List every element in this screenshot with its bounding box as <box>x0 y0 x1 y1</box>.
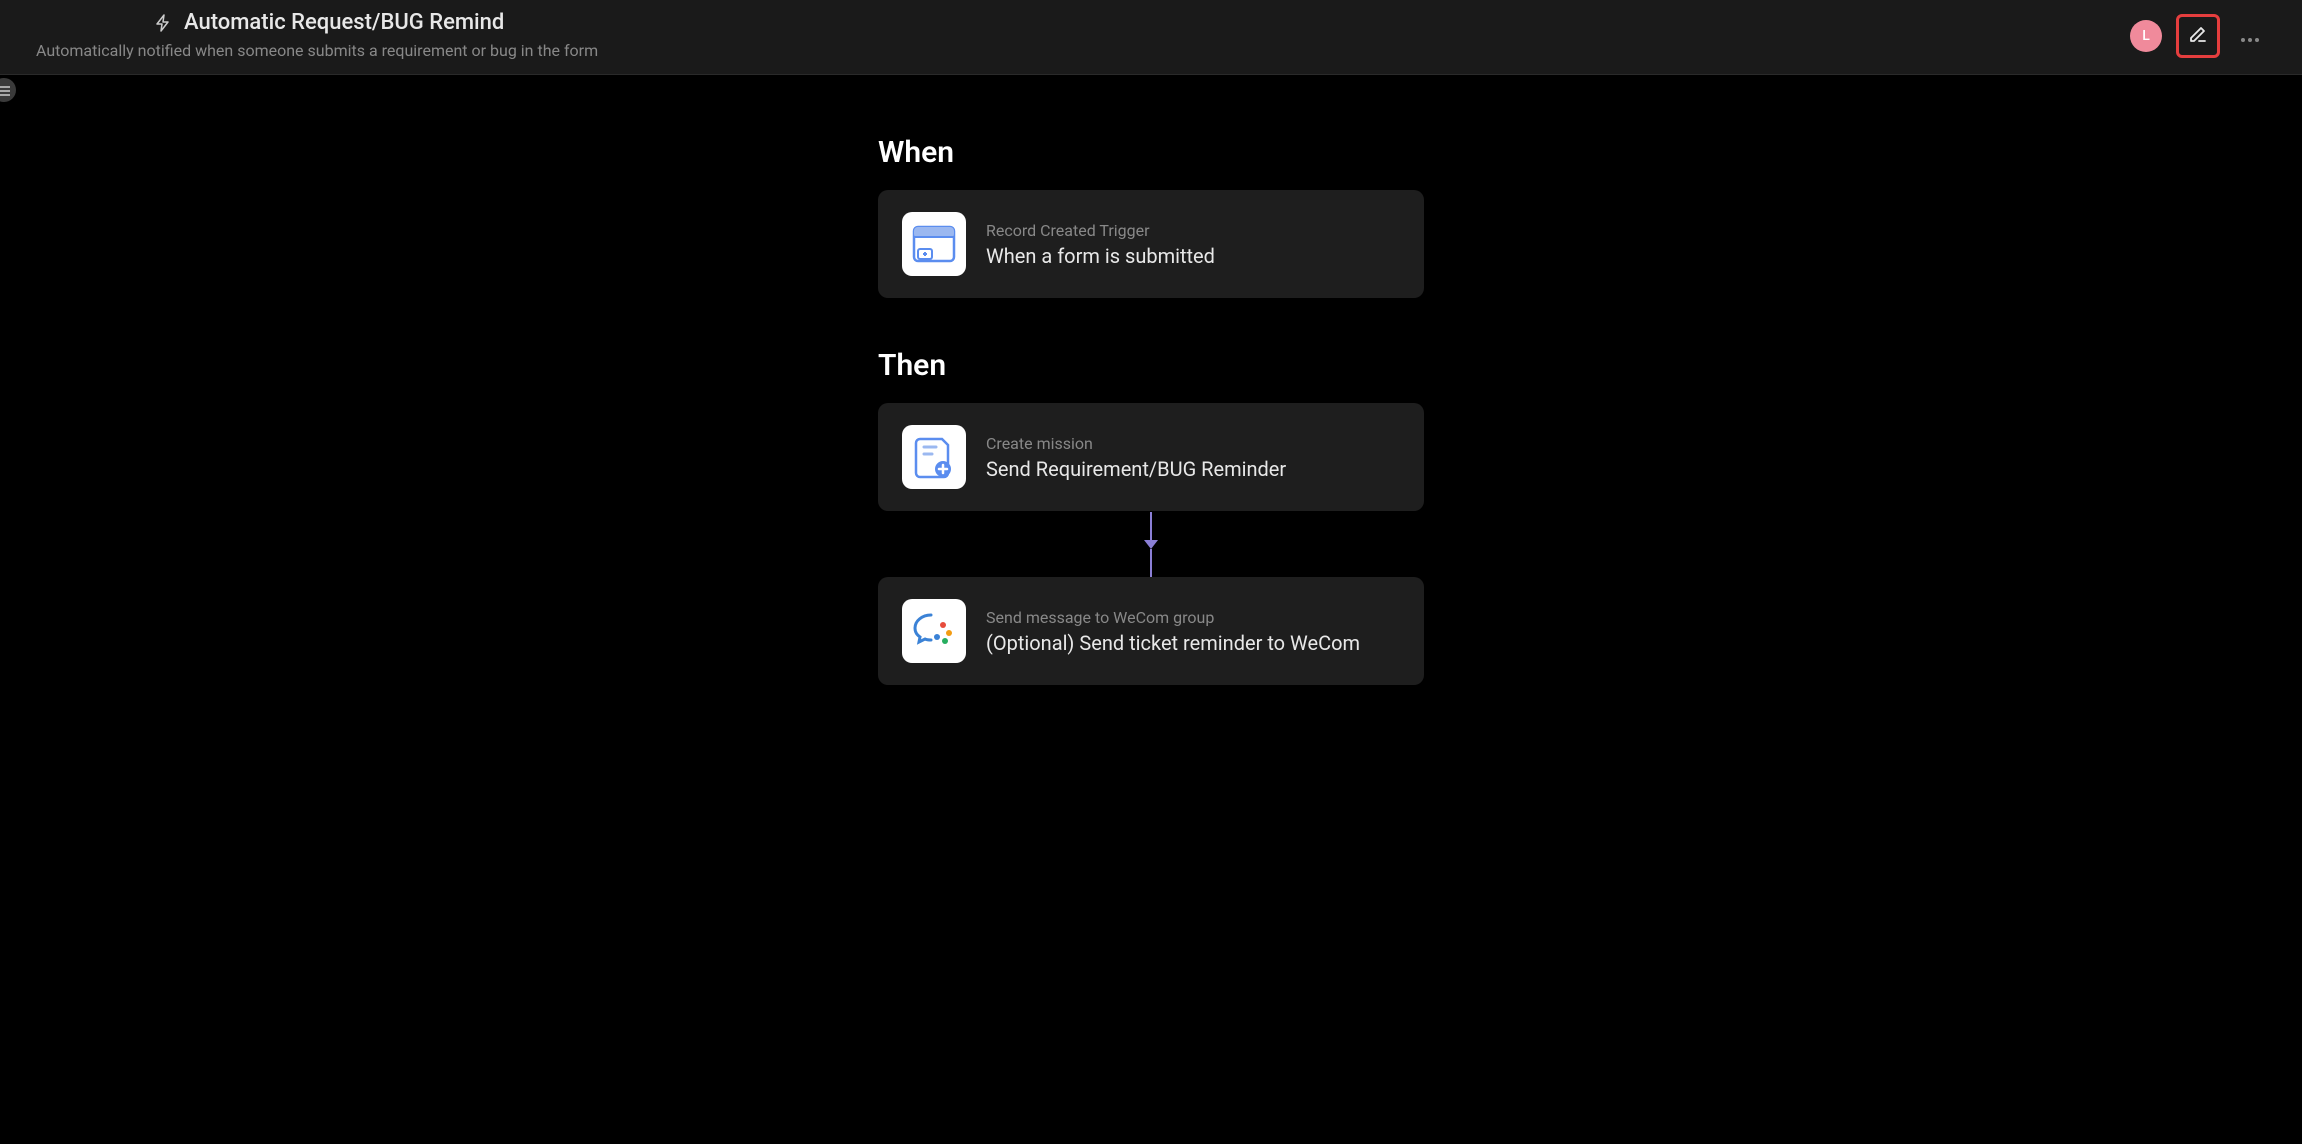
edit-button[interactable] <box>2176 14 2220 58</box>
connector-arrow-icon <box>1144 540 1158 549</box>
content: When Record Created Trigger When a form … <box>0 75 2302 795</box>
action-card-text: Send message to WeCom group (Optional) S… <box>986 608 1360 655</box>
action-title-1: (Optional) Send ticket reminder to WeCom <box>986 631 1360 655</box>
then-section: Then Create mission Send Requirement/BUG <box>878 348 1424 685</box>
menu-icon <box>0 81 10 100</box>
wecom-icon <box>902 599 966 663</box>
document-add-icon <box>902 425 966 489</box>
header-actions: L <box>2130 10 2266 58</box>
connector <box>878 511 1424 577</box>
lightning-icon <box>154 14 172 32</box>
action-card-text: Create mission Send Requirement/BUG Remi… <box>986 434 1286 481</box>
trigger-title: When a form is submitted <box>986 244 1215 268</box>
when-title: When <box>878 135 1424 170</box>
trigger-card-text: Record Created Trigger When a form is su… <box>986 221 1215 268</box>
then-title: Then <box>878 348 1424 383</box>
more-button[interactable] <box>2234 20 2266 52</box>
avatar[interactable]: L <box>2130 20 2162 52</box>
automation-subtitle: Automatically notified when someone subm… <box>36 41 598 60</box>
then-cards: Create mission Send Requirement/BUG Remi… <box>878 403 1424 685</box>
more-icon <box>2240 27 2260 46</box>
action-label-1: Send message to WeCom group <box>986 608 1360 627</box>
title-row: Automatic Request/BUG Remind <box>36 10 598 35</box>
when-section: When Record Created Trigger When a form … <box>878 135 1424 298</box>
action-label-0: Create mission <box>986 434 1286 453</box>
automation-title: Automatic Request/BUG Remind <box>184 10 504 35</box>
header-left: Automatic Request/BUG Remind Automatical… <box>36 10 598 60</box>
form-icon <box>902 212 966 276</box>
action-title-0: Send Requirement/BUG Reminder <box>986 457 1286 481</box>
connector-line <box>1150 549 1152 577</box>
trigger-card[interactable]: Record Created Trigger When a form is su… <box>878 190 1424 298</box>
header: Automatic Request/BUG Remind Automatical… <box>0 0 2302 75</box>
action-card-create-mission[interactable]: Create mission Send Requirement/BUG Remi… <box>878 403 1424 511</box>
connector-line <box>1150 512 1152 540</box>
trigger-label: Record Created Trigger <box>986 221 1215 240</box>
edit-icon <box>2188 24 2208 48</box>
action-card-wecom[interactable]: Send message to WeCom group (Optional) S… <box>878 577 1424 685</box>
